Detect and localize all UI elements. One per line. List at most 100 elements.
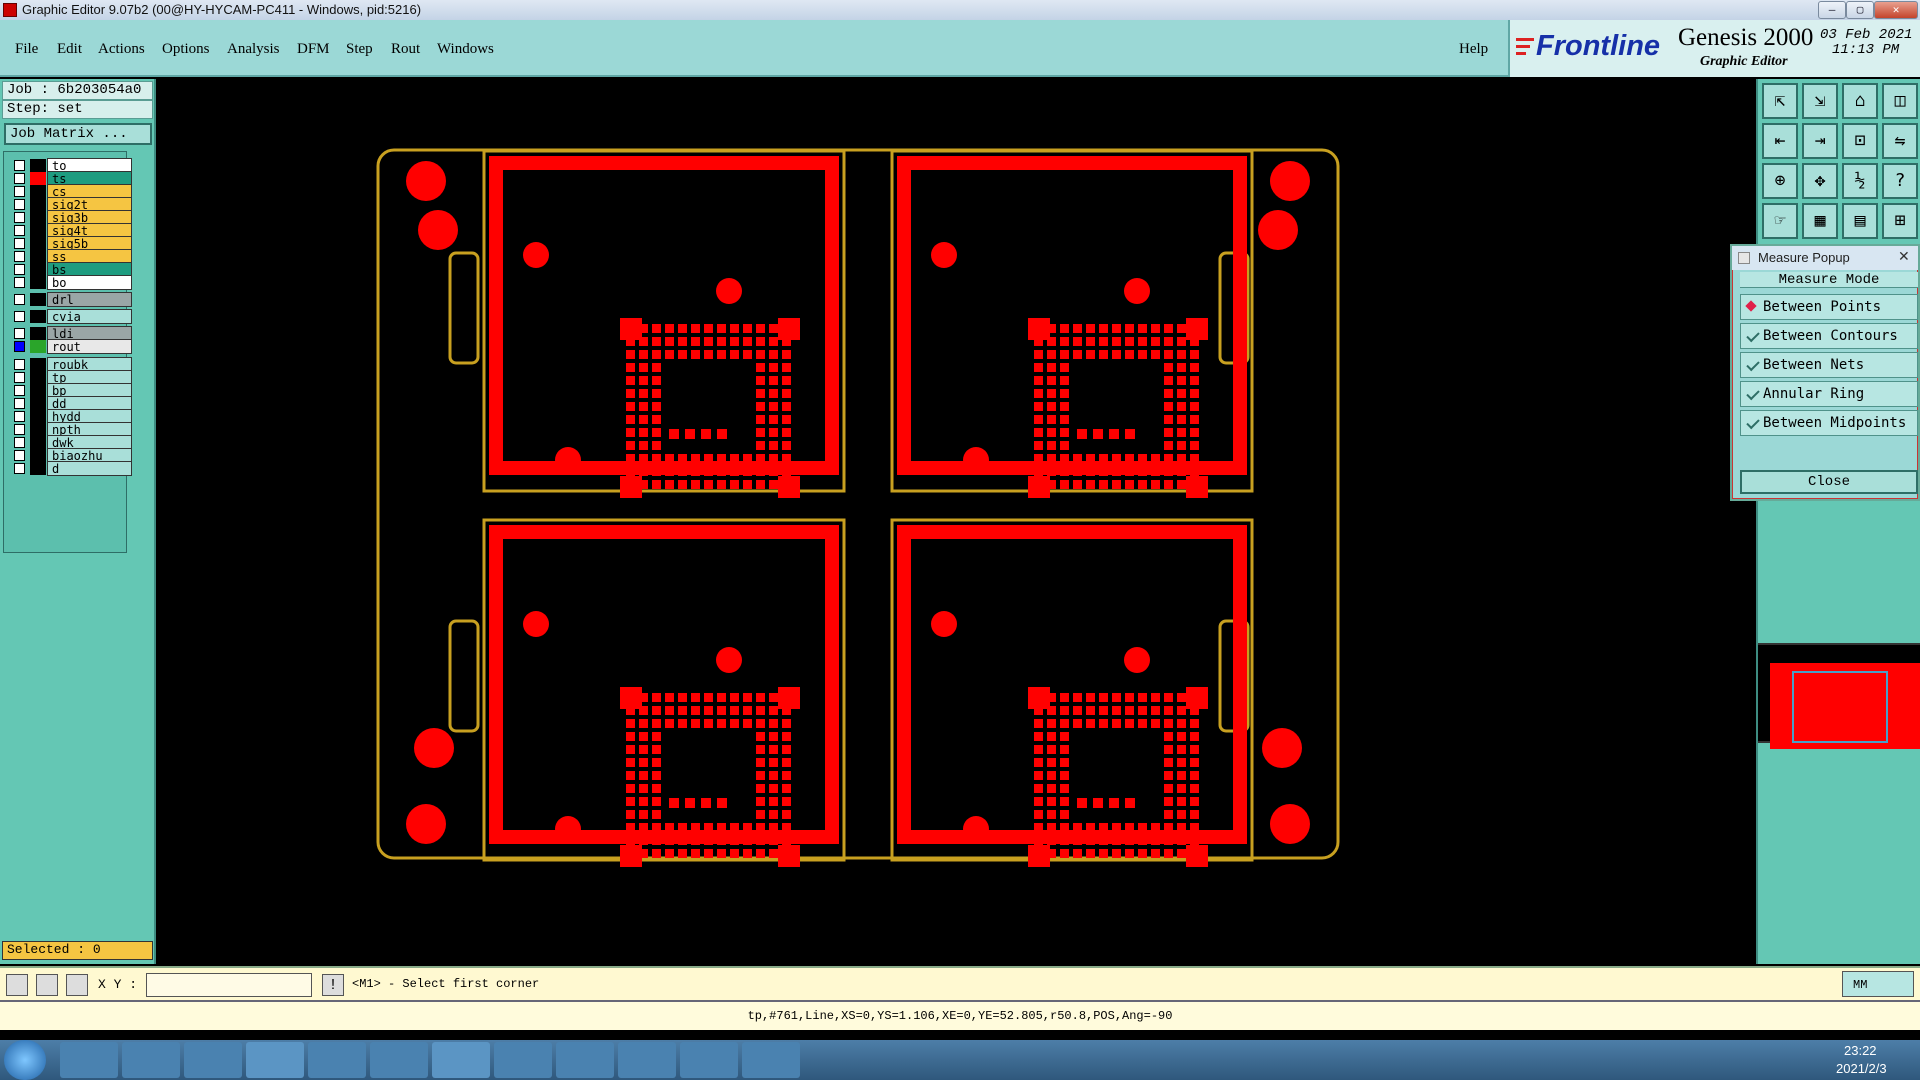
grid-icon[interactable]: ▦ bbox=[1802, 203, 1838, 239]
taskbar-app-4[interactable] bbox=[246, 1042, 304, 1078]
xy-input[interactable] bbox=[146, 973, 312, 997]
layer-checkbox[interactable] bbox=[14, 294, 25, 305]
layer-name[interactable]: rout bbox=[47, 339, 132, 354]
measure-option[interactable]: Between Nets bbox=[1740, 352, 1918, 378]
layer-color-swatch[interactable] bbox=[30, 293, 46, 306]
layer-color-swatch[interactable] bbox=[30, 327, 46, 340]
menu-analysis[interactable]: Analysis bbox=[227, 41, 280, 58]
layer-color-swatch[interactable] bbox=[30, 185, 46, 198]
graphic-canvas[interactable] bbox=[156, 79, 1756, 966]
layer-checkbox[interactable] bbox=[14, 372, 25, 383]
grid-mode-icon[interactable] bbox=[66, 974, 88, 996]
menu-windows[interactable]: Windows bbox=[437, 41, 494, 58]
layer-checkbox[interactable] bbox=[14, 173, 25, 184]
hand-icon[interactable]: ☞ bbox=[1762, 203, 1798, 239]
layer-color-swatch[interactable] bbox=[30, 436, 46, 449]
measure-icon[interactable]: ⊞ bbox=[1882, 203, 1918, 239]
zoom-fit-icon[interactable]: ⇱ bbox=[1762, 83, 1798, 119]
layer-name[interactable]: drl bbox=[47, 292, 132, 307]
layer-checkbox[interactable] bbox=[14, 225, 25, 236]
units-selector[interactable]: MM bbox=[1842, 971, 1914, 997]
taskbar-app-12[interactable] bbox=[742, 1042, 800, 1078]
layer-color-swatch[interactable] bbox=[30, 250, 46, 263]
layer-color-swatch[interactable] bbox=[30, 310, 46, 323]
layer-color-swatch[interactable] bbox=[30, 198, 46, 211]
layer-color-swatch[interactable] bbox=[30, 224, 46, 237]
layer-color-swatch[interactable] bbox=[30, 276, 46, 289]
layer-color-swatch[interactable] bbox=[30, 358, 46, 371]
alert-icon[interactable]: ! bbox=[322, 974, 344, 996]
maximize-button[interactable]: ▢ bbox=[1846, 1, 1874, 19]
layer-color-swatch[interactable] bbox=[30, 410, 46, 423]
layer-color-swatch[interactable] bbox=[30, 384, 46, 397]
layer-checkbox[interactable] bbox=[14, 199, 25, 210]
layer-checkbox[interactable] bbox=[14, 160, 25, 171]
layer-color-swatch[interactable] bbox=[30, 449, 46, 462]
taskbar-app-5[interactable] bbox=[308, 1042, 366, 1078]
taskbar-app-11[interactable] bbox=[680, 1042, 738, 1078]
minimize-button[interactable]: — bbox=[1818, 1, 1846, 19]
taskbar-app-7[interactable] bbox=[432, 1042, 490, 1078]
layer-checkbox[interactable] bbox=[14, 264, 25, 275]
menu-options[interactable]: Options bbox=[162, 41, 210, 58]
taskbar-app-2[interactable] bbox=[122, 1042, 180, 1078]
layer-checkbox[interactable] bbox=[14, 450, 25, 461]
layer-color-swatch[interactable] bbox=[30, 371, 46, 384]
snap-mode-icon[interactable] bbox=[36, 974, 58, 996]
scale-icon[interactable]: ½ bbox=[1842, 163, 1878, 199]
menu-help[interactable]: Help bbox=[1459, 41, 1488, 58]
taskbar-app-10[interactable] bbox=[618, 1042, 676, 1078]
layer-checkbox[interactable] bbox=[14, 277, 25, 288]
layer-checkbox[interactable] bbox=[14, 437, 25, 448]
layer-name[interactable]: cvia bbox=[47, 309, 132, 324]
layer-color-swatch[interactable] bbox=[30, 423, 46, 436]
layer-color-swatch[interactable] bbox=[30, 397, 46, 410]
menu-file[interactable]: File bbox=[15, 41, 38, 58]
help-icon[interactable]: ? bbox=[1882, 163, 1918, 199]
layer-checkbox[interactable] bbox=[14, 212, 25, 223]
mirror-icon[interactable]: ⇋ bbox=[1882, 123, 1918, 159]
taskbar-app-6[interactable] bbox=[370, 1042, 428, 1078]
popup-close-icon[interactable]: ✕ bbox=[1898, 248, 1910, 265]
pan-right-icon[interactable]: ⇥ bbox=[1802, 123, 1838, 159]
layer-color-swatch[interactable] bbox=[30, 211, 46, 224]
layer-checkbox[interactable] bbox=[14, 463, 25, 474]
layer-color-swatch[interactable] bbox=[30, 237, 46, 250]
layer-color-swatch[interactable] bbox=[30, 263, 46, 276]
menu-actions[interactable]: Actions bbox=[98, 41, 145, 58]
pan-left-icon[interactable]: ⇤ bbox=[1762, 123, 1798, 159]
zoom-area-icon[interactable]: ⊕ bbox=[1762, 163, 1798, 199]
measure-option[interactable]: Annular Ring bbox=[1740, 381, 1918, 407]
pcb-drawing[interactable] bbox=[156, 79, 1756, 966]
zoom-home-icon[interactable]: ⇲ bbox=[1802, 83, 1838, 119]
taskbar-app-3[interactable] bbox=[184, 1042, 242, 1078]
layer-color-swatch[interactable] bbox=[30, 159, 46, 172]
close-button[interactable]: ✕ bbox=[1874, 1, 1918, 19]
taskbar-app-8[interactable] bbox=[494, 1042, 552, 1078]
taskbar-app-1[interactable] bbox=[60, 1042, 118, 1078]
layer-color-swatch[interactable] bbox=[30, 462, 46, 475]
layer-checkbox[interactable] bbox=[14, 359, 25, 370]
layer-checkbox[interactable] bbox=[14, 238, 25, 249]
layer-checkbox[interactable] bbox=[14, 328, 25, 339]
home-icon[interactable]: ⌂ bbox=[1842, 83, 1878, 119]
layer-checkbox[interactable] bbox=[14, 186, 25, 197]
snap-icon[interactable]: ⊡ bbox=[1842, 123, 1878, 159]
measure-option[interactable]: Between Points bbox=[1740, 294, 1918, 320]
layers-icon[interactable]: ▤ bbox=[1842, 203, 1878, 239]
start-button[interactable] bbox=[4, 1040, 46, 1080]
layer-checkbox[interactable] bbox=[14, 398, 25, 409]
cursor-mode-icon[interactable] bbox=[6, 974, 28, 996]
overview-map[interactable] bbox=[1758, 643, 1920, 749]
center-icon[interactable]: ✥ bbox=[1802, 163, 1838, 199]
menu-rout[interactable]: Rout bbox=[391, 41, 420, 58]
job-matrix-button[interactable]: Job Matrix ... bbox=[4, 123, 152, 145]
popup-close-button[interactable]: Close bbox=[1740, 470, 1918, 494]
layer-checkbox[interactable] bbox=[14, 424, 25, 435]
menu-edit[interactable]: Edit bbox=[57, 41, 82, 58]
layer-name[interactable]: d bbox=[47, 461, 132, 476]
menu-dfm[interactable]: DFM bbox=[297, 41, 330, 58]
split-view-icon[interactable]: ◫ bbox=[1882, 83, 1918, 119]
layer-checkbox[interactable] bbox=[14, 251, 25, 262]
taskbar-app-9[interactable] bbox=[556, 1042, 614, 1078]
